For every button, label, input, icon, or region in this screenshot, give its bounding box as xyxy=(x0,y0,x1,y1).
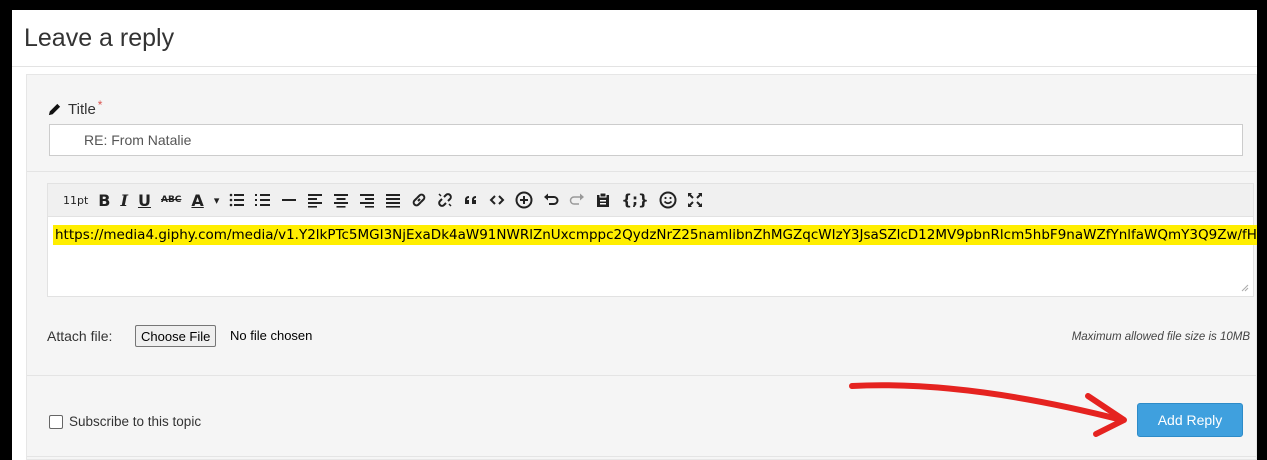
divider xyxy=(27,171,1256,172)
message-body[interactable]: https://media4.giphy.com/media/v1.Y2lkPT… xyxy=(55,226,1257,245)
no-file-text: No file chosen xyxy=(230,328,313,343)
title-input[interactable] xyxy=(49,124,1243,156)
justify-icon[interactable] xyxy=(380,188,406,212)
add-reply-button[interactable]: Add Reply xyxy=(1137,403,1243,437)
title-label: Title * xyxy=(47,97,103,118)
font-color-dropdown[interactable]: ▾ xyxy=(209,188,225,212)
align-right-icon[interactable] xyxy=(354,188,380,212)
paste-icon[interactable] xyxy=(590,188,616,212)
subscribe-label: Subscribe to this topic xyxy=(69,414,202,429)
title-label-text: Title xyxy=(68,101,96,118)
choose-file-button[interactable]: Choose File xyxy=(135,325,217,347)
red-arrow-annotation xyxy=(849,382,1127,437)
font-color-button[interactable]: A xyxy=(186,188,208,212)
align-left-icon[interactable] xyxy=(302,188,328,212)
undo-icon[interactable] xyxy=(538,188,564,212)
quote-icon[interactable] xyxy=(458,188,484,212)
insert-icon[interactable] xyxy=(510,188,538,212)
highlighted-url: https://media4.giphy.com/media/v1.Y2lkPT… xyxy=(55,227,1257,243)
source-code-icon[interactable]: {;} xyxy=(616,188,653,212)
resize-handle-icon[interactable] xyxy=(1241,284,1249,292)
page-title: Leave a reply xyxy=(24,24,175,52)
code-icon[interactable] xyxy=(484,188,510,212)
emoji-icon[interactable] xyxy=(654,188,682,212)
reply-header: Leave a reply xyxy=(12,10,1257,67)
subscribe-checkbox[interactable]: Subscribe to this topic xyxy=(49,414,201,429)
checkbox-icon[interactable] xyxy=(49,414,63,429)
horizontal-rule-icon[interactable] xyxy=(276,188,302,212)
max-file-size-note: Maximum allowed file size is 10MB xyxy=(1071,331,1250,343)
bullet-list-icon[interactable] xyxy=(224,188,250,212)
link-icon[interactable] xyxy=(406,188,432,212)
strikethrough-button[interactable]: ABC xyxy=(156,188,186,212)
pencil-icon xyxy=(48,103,61,116)
divider xyxy=(27,456,1256,457)
unlink-icon[interactable] xyxy=(432,188,458,212)
redo-icon[interactable] xyxy=(564,188,590,212)
message-editor[interactable]: https://media4.giphy.com/media/v1.Y2lkPT… xyxy=(47,217,1257,297)
fullscreen-icon[interactable] xyxy=(682,188,708,212)
italic-button[interactable]: I xyxy=(116,188,133,212)
numbered-list-icon[interactable] xyxy=(250,188,276,212)
align-center-icon[interactable] xyxy=(328,188,354,212)
editor-toolbar: 11pt B I U ABC A ▾ {;} xyxy=(47,183,1254,217)
underline-button[interactable]: U xyxy=(133,188,156,212)
required-mark: * xyxy=(97,97,103,112)
bold-button[interactable]: B xyxy=(93,188,115,212)
font-size-button[interactable]: 11pt xyxy=(58,188,93,212)
attach-file-label: Attach file: xyxy=(47,328,113,344)
